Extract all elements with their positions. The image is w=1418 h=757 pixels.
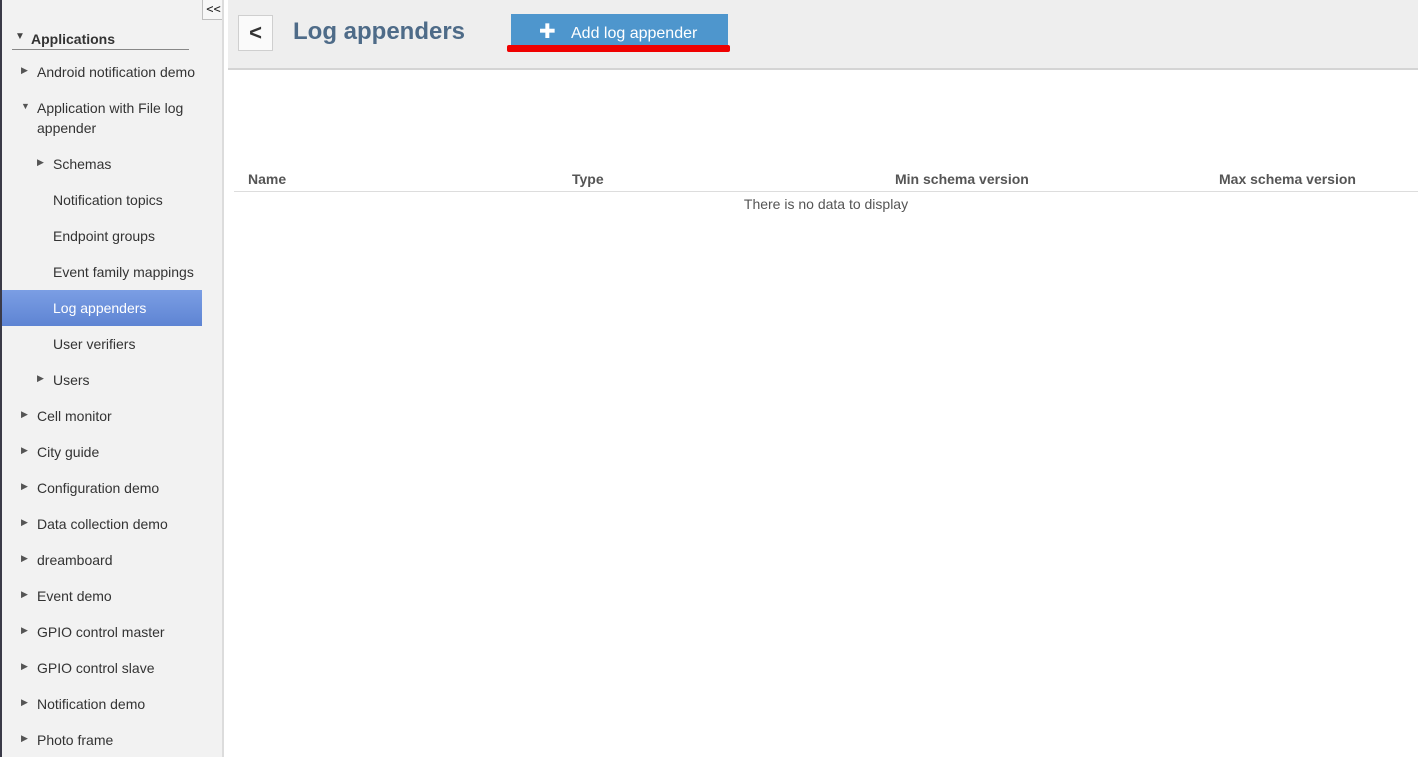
sidebar-item-label: Photo frame bbox=[37, 732, 114, 748]
sidebar-item-label: Schemas bbox=[53, 156, 112, 172]
empty-table-message: There is no data to display bbox=[743, 196, 909, 212]
sidebar-item-user-verifiers[interactable]: User verifiers bbox=[0, 334, 202, 354]
sidebar-item-event-family-mappings[interactable]: Event family mappings bbox=[0, 262, 202, 282]
sidebar-item-gpio-control-slave[interactable]: ▶ GPIO control slave bbox=[0, 658, 202, 678]
sidebar-item-endpoint-groups[interactable]: Endpoint groups bbox=[0, 226, 202, 246]
plus-icon: ✚ bbox=[539, 21, 556, 43]
table-header: Name Type Min schema version Max schema … bbox=[234, 168, 1418, 192]
sidebar-item-application-with-file-log-appender[interactable]: ▼ Application with File log appender bbox=[0, 98, 202, 138]
sidebar-item-dreamboard[interactable]: ▶ dreamboard bbox=[0, 550, 202, 570]
page-title: Log appenders bbox=[293, 18, 466, 45]
collapsed-arrow-icon[interactable]: ▶ bbox=[21, 409, 28, 420]
sidebar-item-label: Configuration demo bbox=[37, 480, 160, 496]
sidebar-item-data-collection-demo[interactable]: ▶ Data collection demo bbox=[0, 514, 202, 534]
expanded-arrow-icon[interactable]: ▼ bbox=[15, 31, 25, 42]
page-header: < Log appenders ✚ Add log appender bbox=[228, 0, 1418, 70]
tree-root-label: Applications bbox=[31, 31, 116, 47]
collapsed-arrow-icon[interactable]: ▶ bbox=[21, 661, 28, 672]
collapsed-arrow-icon[interactable]: ▶ bbox=[21, 517, 28, 528]
collapsed-arrow-icon[interactable]: ▶ bbox=[21, 625, 28, 636]
collapsed-arrow-icon[interactable]: ▶ bbox=[21, 65, 28, 76]
collapsed-arrow-icon[interactable]: ▶ bbox=[21, 733, 28, 744]
sidebar-item-label: Android notification demo bbox=[37, 64, 195, 80]
column-header-name[interactable]: Name bbox=[248, 171, 286, 187]
column-header-min-schema-version[interactable]: Min schema version bbox=[895, 171, 1029, 187]
sidebar-item-city-guide[interactable]: ▶ City guide bbox=[0, 442, 202, 462]
sidebar: << ▼ Applications ▶ Android notification … bbox=[0, 0, 224, 757]
add-log-appender-label: Add log appender bbox=[571, 25, 698, 42]
sidebar-item-label: Event family mappings bbox=[53, 264, 194, 280]
sidebar-item-label: Data collection demo bbox=[37, 516, 168, 532]
sidebar-item-label: User verifiers bbox=[53, 336, 136, 352]
sidebar-item-event-demo[interactable]: ▶ Event demo bbox=[0, 586, 202, 606]
collapse-sidebar-button[interactable]: << bbox=[202, 0, 222, 20]
collapsed-arrow-icon[interactable]: ▶ bbox=[21, 481, 28, 492]
sidebar-item-cell-monitor[interactable]: ▶ Cell monitor bbox=[0, 406, 202, 426]
collapsed-arrow-icon[interactable]: ▶ bbox=[21, 445, 28, 456]
expanded-arrow-icon[interactable]: ▼ bbox=[21, 101, 30, 111]
sidebar-item-label: Cell monitor bbox=[37, 408, 112, 424]
collapsed-arrow-icon[interactable]: ▶ bbox=[37, 157, 44, 168]
collapsed-arrow-icon[interactable]: ▶ bbox=[21, 697, 28, 708]
sidebar-item-label: GPIO control master bbox=[37, 624, 165, 640]
log-appenders-table: Name Type Min schema version Max schema … bbox=[234, 168, 1418, 212]
sidebar-item-notification-topics[interactable]: Notification topics bbox=[0, 190, 202, 210]
red-underline-annotation bbox=[507, 45, 730, 52]
column-header-type[interactable]: Type bbox=[572, 171, 604, 187]
collapsed-arrow-icon[interactable]: ▶ bbox=[21, 553, 28, 564]
sidebar-item-configuration-demo[interactable]: ▶ Configuration demo bbox=[0, 478, 202, 498]
sidebar-item-gpio-control-master[interactable]: ▶ GPIO control master bbox=[0, 622, 202, 642]
sidebar-item-schemas[interactable]: ▶ Schemas bbox=[0, 154, 202, 174]
tree-root-applications[interactable]: ▼ Applications bbox=[12, 28, 189, 50]
sidebar-item-label: dreamboard bbox=[37, 552, 113, 568]
sidebar-item-label: Users bbox=[53, 372, 90, 388]
back-button[interactable]: < bbox=[238, 15, 273, 51]
sidebar-item-log-appenders[interactable]: Log appenders bbox=[2, 290, 202, 326]
sidebar-item-label: Endpoint groups bbox=[53, 228, 155, 244]
collapsed-arrow-icon[interactable]: ▶ bbox=[37, 373, 44, 384]
sidebar-item-label: Notification demo bbox=[37, 696, 146, 712]
sidebar-item-notification-demo[interactable]: ▶ Notification demo bbox=[0, 694, 202, 714]
sidebar-item-label: Log appenders bbox=[53, 300, 147, 316]
column-header-max-schema-version[interactable]: Max schema version bbox=[1219, 171, 1356, 187]
sidebar-item-photo-frame[interactable]: ▶ Photo frame bbox=[0, 730, 202, 750]
sidebar-item-label: Application with File log appender bbox=[37, 100, 184, 136]
sidebar-item-label: Notification topics bbox=[53, 192, 163, 208]
sidebar-item-label: GPIO control slave bbox=[37, 660, 155, 676]
sidebar-item-users[interactable]: ▶ Users bbox=[0, 370, 202, 390]
sidebar-item-label: City guide bbox=[37, 444, 100, 460]
sidebar-item-android-notification-demo[interactable]: ▶ Android notification demo bbox=[0, 62, 202, 82]
sidebar-item-label: Event demo bbox=[37, 588, 112, 604]
collapsed-arrow-icon[interactable]: ▶ bbox=[21, 589, 28, 600]
